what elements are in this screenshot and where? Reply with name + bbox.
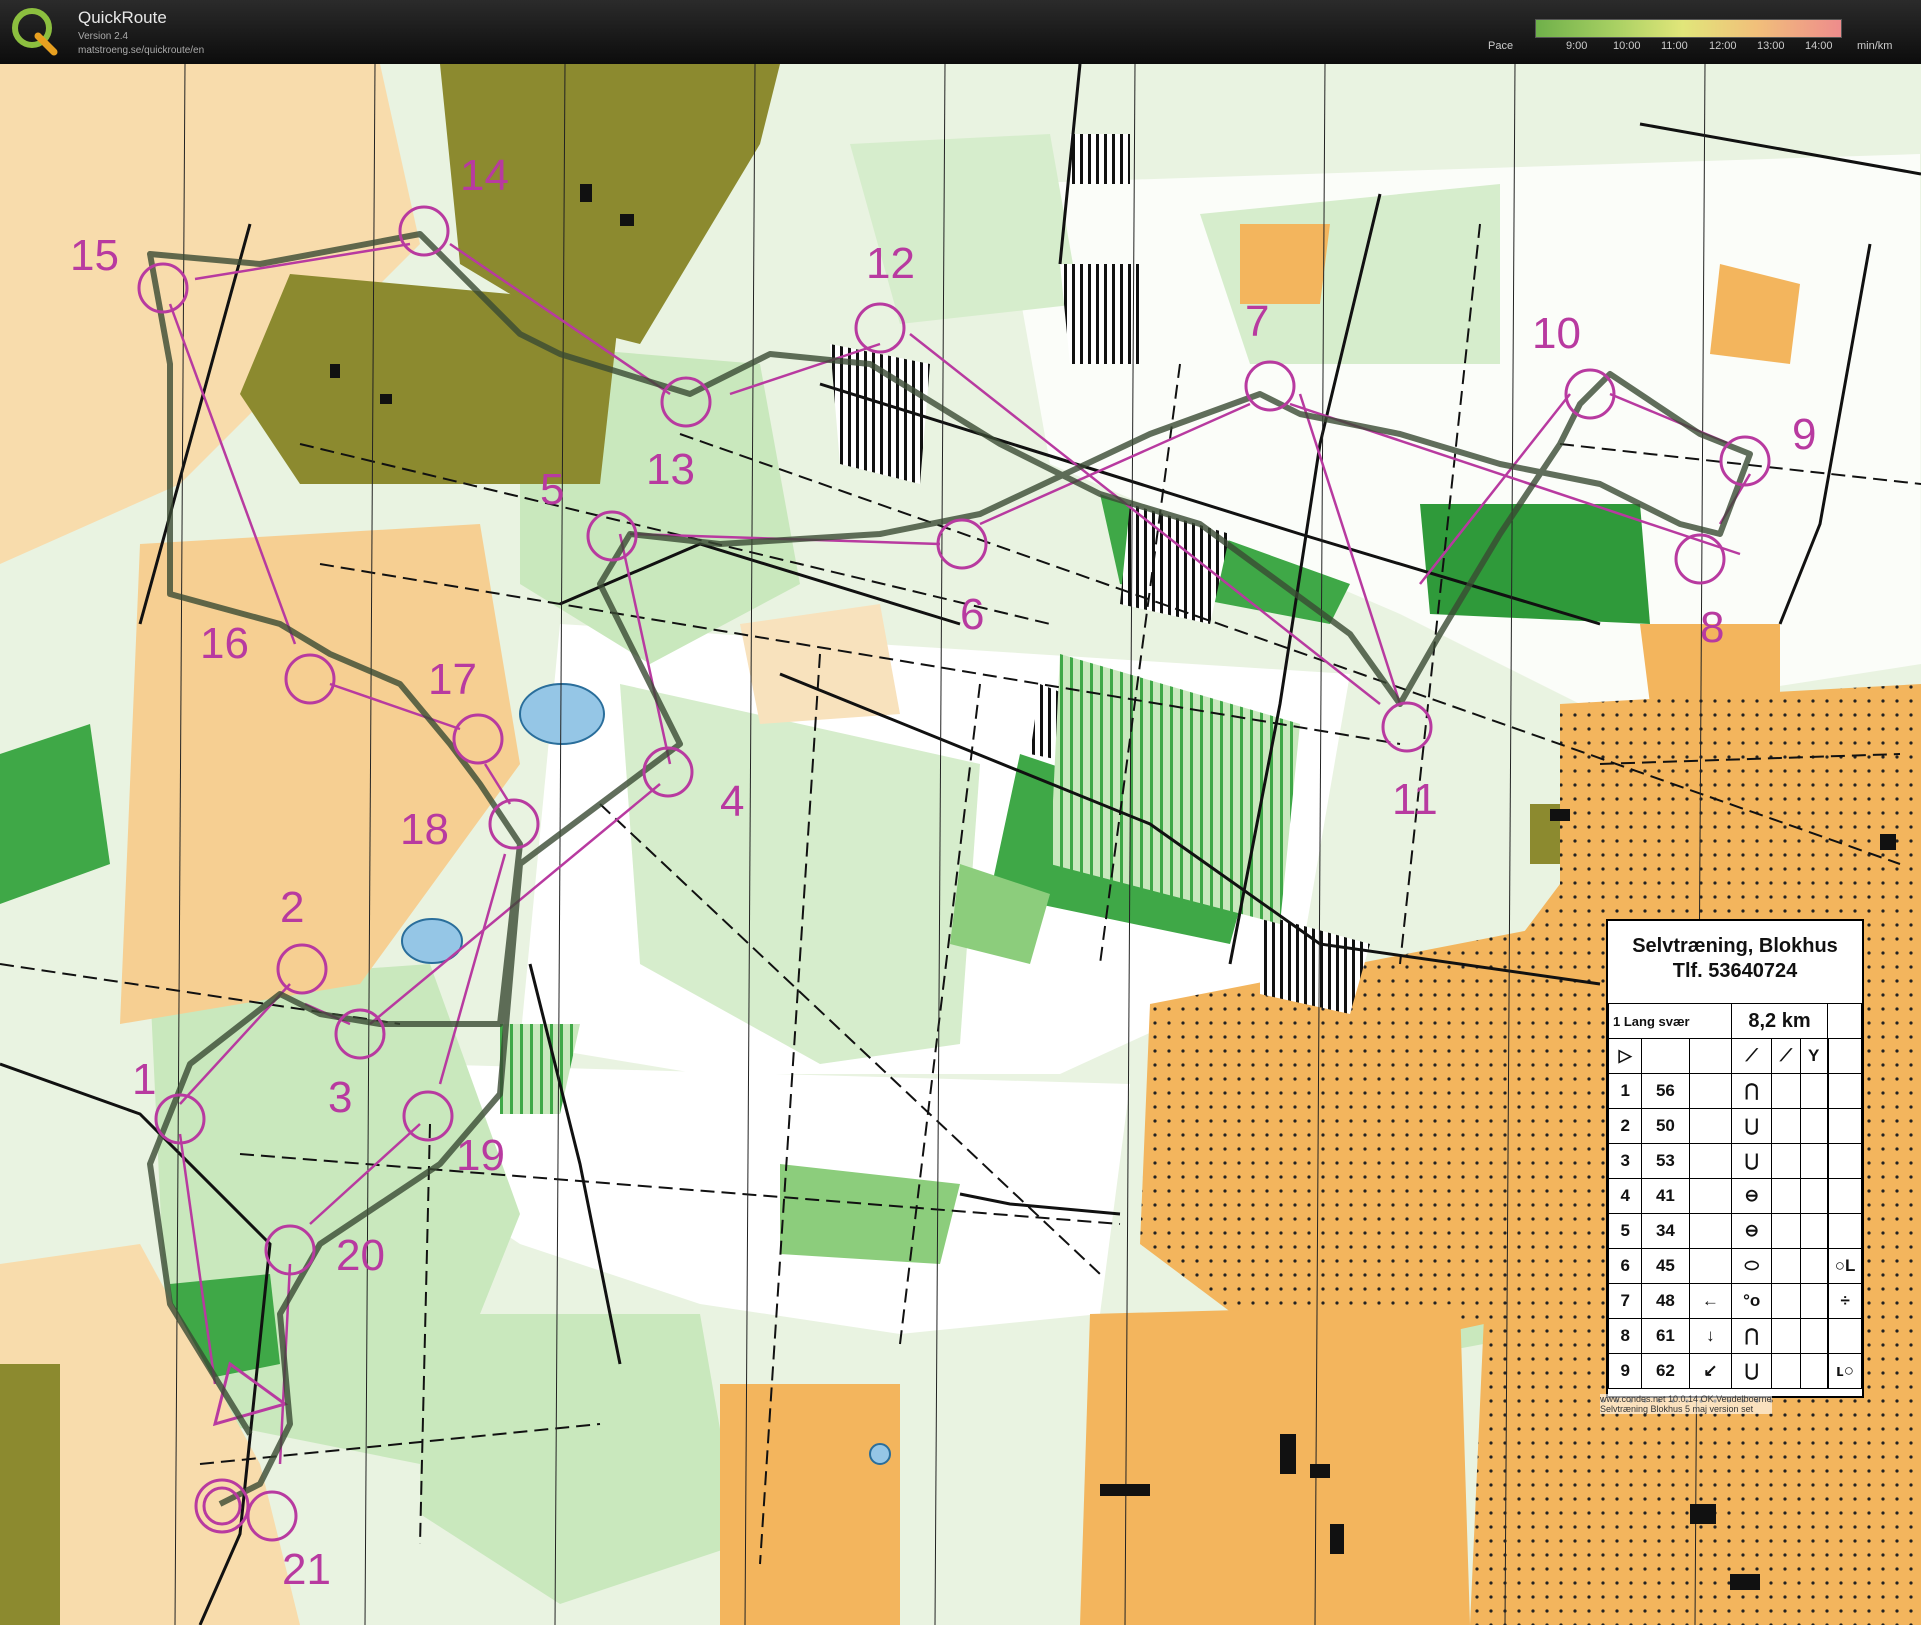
control-number: 5 [540,465,564,514]
open-land [1080,1304,1470,1625]
control-number: 17 [428,655,477,704]
control-description-table: 1 Lang svær 8,2 km ▷ ⟋ ⟋ Y 1 56 ⋂ 2 50 ⋃ 3 53… [1607,1003,1863,1389]
control-number: 3 [328,1073,352,1122]
open-land [1240,224,1330,304]
control-row: 2 50 ⋃ [1607,1108,1862,1144]
control-number: 1 [132,1055,156,1104]
control-row: 3 53 ⋃ [1607,1143,1862,1179]
control-number: 6 [960,590,984,639]
event-phone: Tlf. 53640724 [1672,960,1798,982]
control-number: 9 [1792,410,1816,459]
control-row: 6 45 ⬭ ○L [1607,1248,1862,1284]
slash-symbol-icon: ⟋ [1771,1038,1801,1074]
control-description-sheet: Selvtræning, Blokhus Tlf. 53640724 1 Lan… [1606,919,1864,1398]
control-number: 20 [336,1231,385,1280]
app-url[interactable]: matstroeng.se/quickroute/en [78,45,204,56]
olive-area [0,1364,60,1625]
control-number: 15 [70,231,119,280]
map-credits: www.condes.net 10.0.14 OK Vendelboerne S… [1600,1394,1772,1414]
course-name: 1 Lang svær [1607,1003,1733,1039]
control-row: 4 41 ⊖ [1607,1178,1862,1214]
control-row: 8 61 ↓ ⋂ [1607,1318,1862,1354]
control-number: 11 [1392,775,1438,824]
pace-unit: min/km [1857,40,1893,52]
control-number: 21 [282,1545,331,1594]
control-row: 7 48 ← °o ÷ [1607,1283,1862,1319]
control-number: 8 [1700,603,1724,652]
slash-symbol-icon: ⟋ [1731,1038,1773,1074]
pace-tick: 10:00 [1613,40,1641,52]
pace-tick: 14:00 [1805,40,1833,52]
control-number: 2 [280,883,304,932]
open-land [720,1384,900,1625]
pace-tick: 11:00 [1661,40,1688,52]
app-name: QuickRoute [78,8,167,27]
event-title: Selvtræning, Blokhus [1632,935,1838,957]
control-number: 19 [456,1131,505,1180]
pace-color-scale [1535,19,1842,38]
control-number: 16 [200,619,249,668]
app-version: Version 2.4 [78,31,129,42]
quickroute-logo-icon [12,8,58,56]
control-number: 7 [1245,297,1269,346]
start-symbol-icon: ▷ [1607,1038,1643,1074]
control-number: 12 [866,239,915,288]
control-number: 4 [720,777,744,826]
control-number: 10 [1532,309,1581,358]
control-number: 14 [460,151,509,200]
orienteering-map[interactable]: 1 2 3 4 5 6 7 8 9 10 11 12 13 14 15 16 1… [0,64,1921,1625]
control-number: 18 [400,805,449,854]
pace-tick: 9:00 [1566,40,1588,52]
lake [519,683,605,745]
pace-tick: 12:00 [1709,40,1737,52]
course-length: 8,2 km [1731,1003,1828,1039]
title-bar: QuickRoute Version 2.4 matstroeng.se/qui… [0,0,1921,64]
pace-tick: 13:00 [1757,40,1785,52]
pond [869,1443,891,1465]
fork-symbol-icon: Y [1799,1038,1828,1074]
control-number: 13 [646,445,695,494]
pace-label: Pace [1488,40,1514,52]
plantation [1070,134,1130,184]
control-row: 1 56 ⋂ [1607,1073,1862,1109]
control-row: 9 62 ↙ ⋃ ʟ○ [1607,1353,1862,1389]
plantation [1060,264,1140,364]
control-row: 5 34 ⊖ [1607,1213,1862,1249]
